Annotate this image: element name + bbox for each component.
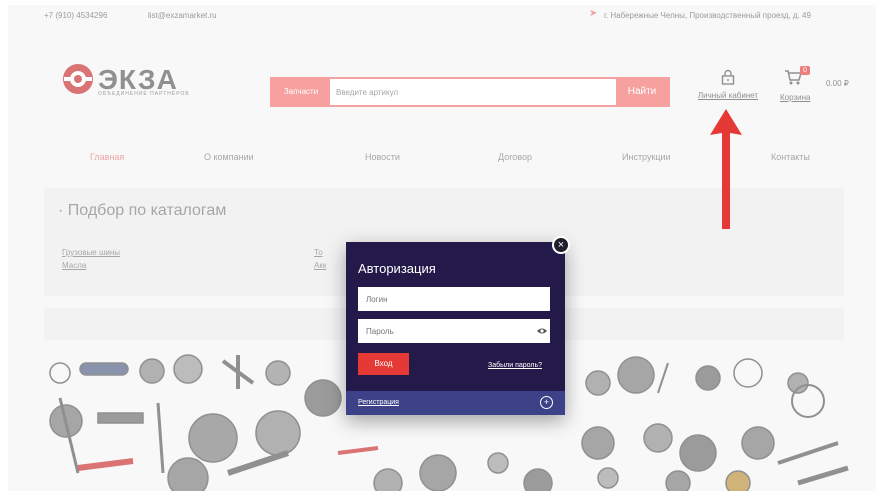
account-link[interactable]: Личный кабинет	[688, 69, 768, 109]
nav-item-news[interactable]: Новости	[365, 152, 400, 162]
site-logo[interactable]: ЭКЗА ОБЪЕДИНЕНИЕ ПАРТНЁРОВ	[60, 61, 235, 97]
lock-icon	[721, 69, 735, 85]
catalog-links-col1: Грузовые шины Масла	[62, 246, 120, 272]
nav-item-contacts[interactable]: Контакты	[771, 152, 810, 162]
catalog-links-col2: То Акк	[314, 246, 326, 272]
search-button[interactable]: Найти	[616, 79, 668, 105]
top-bar: +7 (910) 4534296 list@exzamarket.ru ➤ г.…	[8, 5, 876, 27]
nav-item-instructions[interactable]: Инструкции	[622, 152, 671, 162]
show-password-eye-icon[interactable]	[537, 327, 547, 335]
register-bar[interactable]: Регистрация +	[346, 391, 565, 415]
login-button[interactable]: Вход	[358, 353, 409, 375]
page-frame: +7 (910) 4534296 list@exzamarket.ru ➤ г.…	[8, 5, 876, 491]
search-input[interactable]	[330, 79, 618, 105]
location-icon: ➤	[589, 8, 598, 19]
close-icon[interactable]: ×	[552, 236, 570, 254]
phone-text: +7 (910) 4534296	[44, 11, 108, 20]
cart-label: Корзина	[780, 93, 811, 102]
search-bar: Запчасти Найти	[270, 77, 670, 107]
email-text: list@exzamarket.ru	[148, 11, 217, 20]
forgot-password-link[interactable]: Забыли пароль?	[488, 362, 542, 369]
nav-item-contract[interactable]: Договор	[498, 152, 532, 162]
logo-subtitle: ОБЪЕДИНЕНИЕ ПАРТНЁРОВ	[98, 91, 190, 97]
cart-link[interactable]: 0 0.00 ₽ Корзина	[778, 66, 858, 109]
catalog-link-tires[interactable]: Грузовые шины	[62, 246, 120, 259]
logo-mark-icon	[63, 64, 93, 94]
modal-title: Авторизация	[358, 261, 436, 276]
annotation-arrow-icon	[710, 109, 742, 229]
cart-total: 0.00 ₽	[826, 79, 849, 88]
catalog-link-oils[interactable]: Масла	[62, 259, 120, 272]
nav-item-about[interactable]: О компании	[204, 152, 254, 162]
auth-modal: Авторизация Вход Забыли пароль? Регистра…	[346, 242, 565, 415]
catalog-title: · Подбор по каталогам	[58, 202, 227, 219]
account-label: Личный кабинет	[697, 91, 759, 100]
expand-plus-icon[interactable]: +	[540, 396, 553, 409]
catalog-link-partial-1[interactable]: То	[314, 246, 326, 259]
register-link[interactable]: Регистрация	[358, 399, 399, 406]
catalog-link-partial-2[interactable]: Акк	[314, 259, 326, 272]
search-category-select[interactable]: Запчасти	[272, 79, 330, 105]
nav-item-home[interactable]: Главная	[90, 152, 124, 162]
cart-count-badge: 0	[800, 66, 810, 75]
password-field[interactable]	[358, 319, 550, 343]
address-text: г. Набережные Челны, Производственный пр…	[604, 11, 811, 20]
login-field[interactable]	[358, 287, 550, 311]
